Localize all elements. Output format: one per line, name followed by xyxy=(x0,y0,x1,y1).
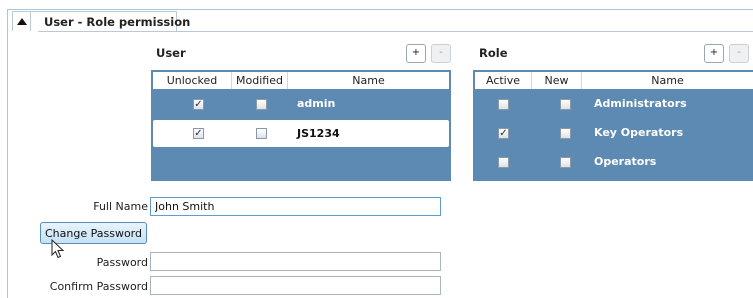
confirm-password-input[interactable] xyxy=(150,276,441,295)
role-row-0[interactable]: Administrators xyxy=(473,90,753,117)
active-checkbox[interactable] xyxy=(498,99,509,110)
role-name: Operators xyxy=(594,155,657,168)
user-grid-header: Unlocked Modified Name xyxy=(153,72,449,89)
user-panel-title: User xyxy=(156,46,186,60)
column-header-name[interactable]: Name xyxy=(288,72,449,89)
full-name-label: Full Name xyxy=(93,200,148,213)
password-label: Password xyxy=(96,256,148,269)
section-divider xyxy=(38,31,753,32)
full-name-input[interactable] xyxy=(150,197,441,216)
section-title: User - Role permission xyxy=(44,15,191,29)
confirm-password-label: Confirm Password xyxy=(49,280,148,293)
role-name: Key Operators xyxy=(594,126,684,139)
role-row-1[interactable]: ✓ Key Operators xyxy=(473,119,753,146)
user-name: admin xyxy=(297,97,336,110)
modified-checkbox[interactable] xyxy=(256,99,267,110)
remove-user-button[interactable]: - xyxy=(431,44,451,63)
column-header-new[interactable]: New xyxy=(532,72,582,89)
frame-border-top xyxy=(7,9,753,10)
role-row-2[interactable]: Operators xyxy=(473,148,753,175)
column-header-active[interactable]: Active xyxy=(475,72,532,89)
user-row-1-selected[interactable]: ✓ JS1234 xyxy=(153,120,449,147)
role-panel-title: Role xyxy=(479,46,508,60)
remove-role-button[interactable]: - xyxy=(729,44,749,63)
collapse-triangle-icon[interactable] xyxy=(17,18,27,25)
user-row-0[interactable]: ✓ admin xyxy=(151,90,451,117)
column-header-name[interactable]: Name xyxy=(582,72,753,89)
mouse-pointer-icon xyxy=(51,239,65,259)
role-grid: Active New Name Administrators ✓ Key Ope… xyxy=(473,70,753,181)
column-header-unlocked[interactable]: Unlocked xyxy=(153,72,232,89)
frame-border-left xyxy=(7,9,8,298)
add-role-button[interactable]: + xyxy=(704,44,724,63)
new-checkbox[interactable] xyxy=(560,157,571,168)
new-checkbox[interactable] xyxy=(560,99,571,110)
user-grid: Unlocked Modified Name ✓ admin ✓ JS1234 xyxy=(151,70,451,181)
active-checkbox[interactable]: ✓ xyxy=(498,128,509,139)
add-user-button[interactable]: + xyxy=(406,44,426,63)
tab-divider xyxy=(30,12,31,31)
unlocked-checkbox[interactable]: ✓ xyxy=(193,128,204,139)
section-header-tab[interactable]: User - Role permission xyxy=(12,11,190,31)
modified-checkbox[interactable] xyxy=(256,128,267,139)
role-name: Administrators xyxy=(594,97,687,110)
column-header-modified[interactable]: Modified xyxy=(232,72,288,89)
password-input[interactable] xyxy=(150,252,441,271)
user-name: JS1234 xyxy=(297,127,340,140)
new-checkbox[interactable] xyxy=(560,128,571,139)
unlocked-checkbox[interactable]: ✓ xyxy=(193,99,204,110)
role-grid-header: Active New Name xyxy=(475,72,753,89)
active-checkbox[interactable] xyxy=(498,157,509,168)
